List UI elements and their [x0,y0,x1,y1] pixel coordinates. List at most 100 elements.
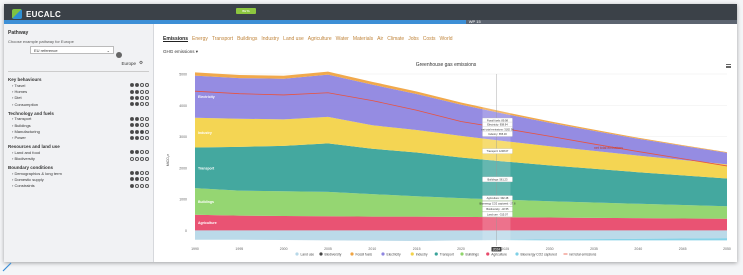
y-tick-label: 0 [185,229,187,233]
legend-label[interactable]: Biodiversity [325,252,342,256]
lever-level-dot[interactable] [140,129,144,134]
lever-level-selector[interactable] [130,183,149,188]
legend-label[interactable]: Land use [301,252,315,256]
lever-level-selector[interactable] [130,177,149,182]
lever-level-selector[interactable] [130,171,149,176]
tooltip-entry: Electricity: 958.94 [487,123,508,127]
lever-level-dot[interactable] [130,95,134,100]
lever-biodiversity[interactable]: › Biodiversity [8,156,149,162]
lever-level-dot[interactable] [130,102,134,107]
region-settings-icon: ⚙ [138,60,143,65]
lever-level-dot[interactable] [140,135,144,140]
lever-level-selector[interactable] [130,150,149,155]
hover-year: 2024 [493,247,500,251]
lever-level-dot[interactable] [140,102,144,107]
legend-label[interactable]: Industry [416,252,428,256]
lever-level-dot[interactable] [135,177,139,182]
lever-level-dot[interactable] [130,83,134,88]
emissions-chart[interactable]: 0 1000 2000 3000 4000 5000 MtCO₂e Electricity In… [155,24,737,262]
lever-level-selector[interactable] [130,123,149,128]
legend-label[interactable]: Electricity [387,252,401,256]
lever-level-dot[interactable] [145,123,149,128]
lever-level-dot[interactable] [135,135,139,140]
lever-level-dot[interactable] [135,171,139,176]
lever-level-dot[interactable] [135,129,139,134]
lever-level-dot[interactable] [135,95,139,100]
lever-level-dot[interactable] [145,156,149,161]
lever-level-dot[interactable] [145,183,149,188]
region-selector[interactable]: Europe ⚙ [8,60,143,66]
lever-level-dot[interactable] [130,150,134,155]
lever-level-selector[interactable] [130,116,149,121]
lever-level-selector[interactable] [130,102,149,107]
lever-level-dot[interactable] [140,177,144,182]
lever-level-dot[interactable] [145,129,149,134]
lever-label: › Buildings [12,122,31,128]
lever-level-dot[interactable] [135,183,139,188]
lever-label: › Consumption [12,101,39,107]
lever-level-dot[interactable] [140,150,144,155]
lever-level-dot[interactable] [145,83,149,88]
legend-label[interactable]: Buildings [466,252,480,256]
lever-level-dot[interactable] [145,95,149,100]
lever-level-dot[interactable] [140,123,144,128]
logo[interactable]: EUCALC [12,9,61,19]
lever-level-dot[interactable] [130,171,134,176]
lever-level-selector[interactable] [130,156,149,161]
pathway-select[interactable]: EU reference ⌄ [30,46,114,54]
lever-level-selector[interactable] [130,89,149,94]
lever-level-dot[interactable] [140,89,144,94]
lever-level-dot[interactable] [130,183,134,188]
legend-label[interactable]: net total emissions [569,252,597,256]
lever-level-dot[interactable] [145,135,149,140]
lever-level-dot[interactable] [135,89,139,94]
legend-label[interactable]: Transport [440,252,454,256]
lever-level-dot[interactable] [130,123,134,128]
lever-level-selector[interactable] [130,95,149,100]
lever-level-dot[interactable] [140,95,144,100]
area-label-industry: Industry [198,131,212,135]
tooltip-entry: Land use: -315.07 [487,212,508,216]
lever-level-dot[interactable] [145,102,149,107]
legend-swatch [410,252,414,256]
lever-level-dot[interactable] [140,83,144,88]
lever-consumption[interactable]: › Consumption [8,101,149,107]
lever-level-dot[interactable] [135,83,139,88]
lever-level-selector[interactable] [130,83,149,88]
lever-constraints[interactable]: › Constraints [8,183,149,189]
y-tick-label: 4000 [179,104,187,108]
settings-icon[interactable] [116,52,122,58]
lever-level-dot[interactable] [130,129,134,134]
lever-level-dot[interactable] [140,116,144,121]
lever-label: › Constraints [12,183,35,189]
region-label: Europe [121,60,136,66]
lever-level-dot[interactable] [135,123,139,128]
legend-label[interactable]: Fossil fuels [356,252,373,256]
lever-level-dot[interactable] [130,135,134,140]
legend-label[interactable]: Agriculture [491,252,507,256]
lever-level-dot[interactable] [145,150,149,155]
chevron-down-icon: ⌄ [106,47,110,53]
lever-level-selector[interactable] [130,129,149,134]
lever-power[interactable]: › Power [8,135,149,141]
sidebar-title: Pathway [8,30,29,36]
lever-level-dot[interactable] [145,177,149,182]
lever-level-dot[interactable] [130,116,134,121]
lever-level-dot[interactable] [130,156,134,161]
lever-level-dot[interactable] [135,156,139,161]
lever-level-dot[interactable] [130,177,134,182]
lever-level-dot[interactable] [145,116,149,121]
lever-level-dot[interactable] [135,150,139,155]
lever-level-dot[interactable] [135,116,139,121]
lever-level-dot[interactable] [135,102,139,107]
lever-level-dot[interactable] [130,89,134,94]
lever-level-dot[interactable] [140,183,144,188]
lever-level-dot[interactable] [140,156,144,161]
lever-level-dot[interactable] [140,171,144,176]
lever-level-dot[interactable] [145,89,149,94]
tooltip-entry: Agriculture: 392.48 [487,196,509,200]
lever-level-dot[interactable] [145,171,149,176]
lever-level-selector[interactable] [130,135,149,140]
tooltip-entry: Buildings: 561.23 [488,177,508,181]
legend-label[interactable]: Bioenergy CO2 captured [521,252,557,256]
